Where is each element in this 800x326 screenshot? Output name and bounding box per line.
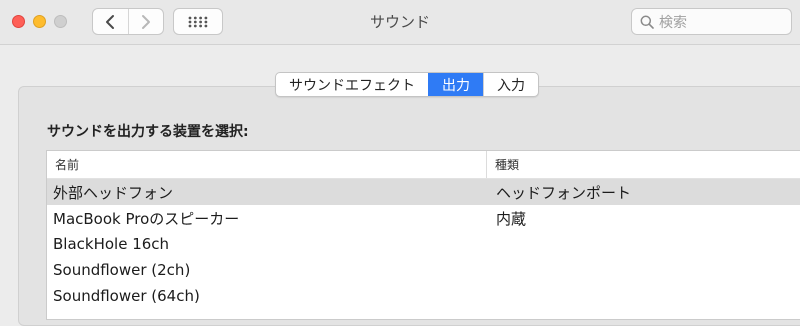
- search-icon: [640, 15, 654, 29]
- search-placeholder: 検索: [659, 14, 687, 31]
- title-bar: サウンド 検索: [0, 0, 800, 45]
- section-label: サウンドを出力する装置を選択:: [47, 124, 249, 140]
- device-name: BlackHole 16ch: [53, 235, 170, 253]
- device-name: MacBook Proのスピーカー: [53, 209, 240, 228]
- tab-sound-effects[interactable]: サウンドエフェクト: [276, 73, 428, 96]
- table-row[interactable]: BlackHole 16ch: [47, 231, 800, 257]
- device-type: ヘッドフォンポート: [496, 183, 632, 202]
- tab-bar: サウンドエフェクト 出力 入力: [275, 72, 539, 97]
- tab-input[interactable]: 入力: [483, 73, 538, 96]
- search-field[interactable]: 検索: [631, 8, 792, 35]
- column-header-type[interactable]: 種類: [487, 151, 800, 178]
- table-row[interactable]: Soundflower (64ch): [47, 283, 800, 309]
- device-name: 外部ヘッドフォン: [53, 183, 174, 202]
- table-row[interactable]: 外部ヘッドフォン ヘッドフォンポート: [47, 179, 800, 205]
- device-name: Soundflower (64ch): [53, 287, 200, 305]
- table-row[interactable]: MacBook Proのスピーカー 内蔵: [47, 205, 800, 231]
- table-row[interactable]: Soundflower (2ch): [47, 257, 800, 283]
- table-header: 名前 種類: [47, 151, 800, 179]
- device-name: Soundflower (2ch): [53, 261, 191, 279]
- device-type: 内蔵: [496, 209, 527, 228]
- tab-output[interactable]: 出力: [428, 73, 483, 96]
- output-device-table: 名前 種類 外部ヘッドフォン ヘッドフォンポート MacBook Proのスピー…: [46, 150, 800, 320]
- column-header-name[interactable]: 名前: [47, 151, 487, 178]
